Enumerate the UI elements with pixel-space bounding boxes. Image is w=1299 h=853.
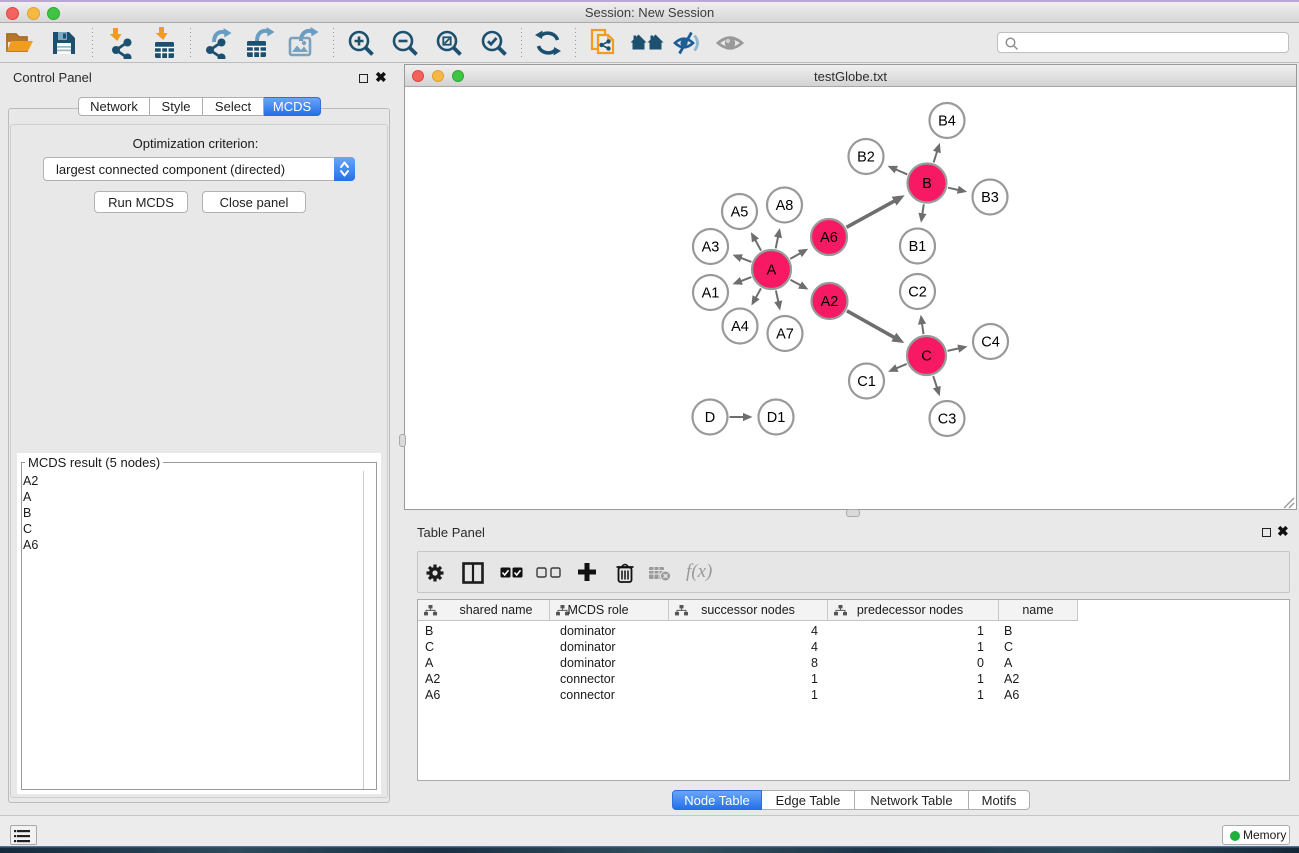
svg-text:A1: A1 (702, 286, 720, 302)
svg-text:D: D (705, 410, 715, 426)
svg-text:A: A (767, 263, 777, 279)
svg-text:A8: A8 (776, 198, 794, 214)
svg-text:D1: D1 (767, 410, 786, 426)
svg-text:C4: C4 (981, 335, 1000, 351)
svg-text:B: B (922, 176, 932, 192)
svg-text:B2: B2 (857, 150, 875, 166)
svg-text:A5: A5 (731, 205, 749, 221)
svg-text:B3: B3 (981, 190, 999, 206)
svg-text:C1: C1 (857, 374, 876, 390)
svg-text:A6: A6 (820, 230, 838, 246)
svg-text:A3: A3 (702, 240, 720, 256)
svg-text:B4: B4 (938, 114, 956, 130)
svg-text:C2: C2 (908, 285, 927, 301)
svg-text:C3: C3 (938, 412, 957, 428)
svg-text:B1: B1 (909, 239, 927, 255)
svg-text:A4: A4 (731, 319, 749, 335)
svg-text:A2: A2 (821, 294, 839, 310)
svg-text:C: C (921, 349, 931, 365)
svg-text:A7: A7 (776, 327, 794, 343)
